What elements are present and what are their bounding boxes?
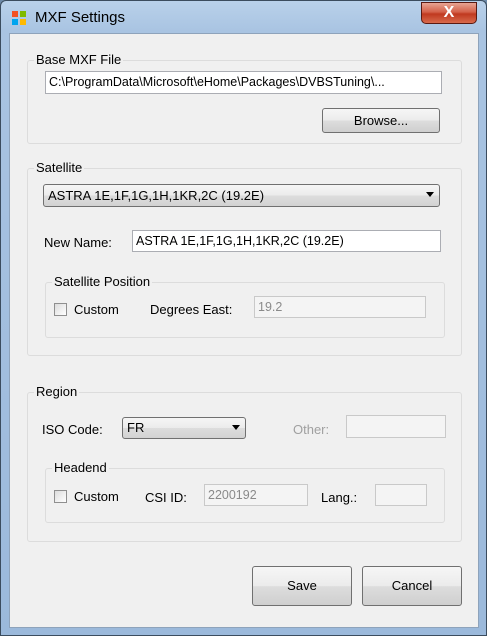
headend-custom-checkbox[interactable] <box>54 490 67 503</box>
lang-label: Lang.: <box>321 490 358 505</box>
base-mxf-group-label: Base MXF File <box>34 52 124 67</box>
iso-code-selected-value: FR <box>127 420 145 435</box>
save-button[interactable]: Save <box>252 566 352 606</box>
iso-code-label: ISO Code: <box>42 422 103 437</box>
new-name-field[interactable]: ASTRA 1E,1F,1G,1H,1KR,2C (19.2E) <box>132 230 441 252</box>
headend-custom-label: Custom <box>74 489 119 504</box>
csi-id-label: CSI ID: <box>145 490 187 505</box>
degrees-east-label: Degrees East: <box>150 302 233 317</box>
satellite-group-label: Satellite <box>34 160 85 175</box>
cancel-button[interactable]: Cancel <box>362 566 462 606</box>
headend-group-label: Headend <box>52 460 109 475</box>
close-button[interactable]: X <box>421 2 477 24</box>
chevron-down-icon <box>426 192 434 197</box>
mxf-settings-window: MXF Settings X Base MXF File C:\ProgramD… <box>0 0 487 636</box>
window-title: MXF Settings <box>35 9 126 26</box>
csi-id-field[interactable]: 2200192 <box>204 484 308 506</box>
satellite-position-group-label: Satellite Position <box>52 274 153 289</box>
browse-button[interactable]: Browse... <box>322 108 440 133</box>
degrees-east-field[interactable]: 19.2 <box>254 296 426 318</box>
app-windows-icon <box>12 11 26 25</box>
satellite-custom-label: Custom <box>74 302 119 317</box>
region-group-label: Region <box>34 384 80 399</box>
iso-code-dropdown[interactable]: FR <box>122 417 246 439</box>
dialog-client-area: Base MXF File C:\ProgramData\Microsoft\e… <box>9 33 479 628</box>
satellite-selected-value: ASTRA 1E,1F,1G,1H,1KR,2C (19.2E) <box>48 188 265 203</box>
close-icon: X <box>443 4 455 21</box>
satellite-custom-checkbox[interactable] <box>54 303 67 316</box>
base-mxf-path-field[interactable]: C:\ProgramData\Microsoft\eHome\Packages\… <box>45 71 442 94</box>
satellite-dropdown[interactable]: ASTRA 1E,1F,1G,1H,1KR,2C (19.2E) <box>43 184 440 207</box>
lang-field[interactable] <box>375 484 427 506</box>
title-bar[interactable]: MXF Settings X <box>1 1 486 33</box>
other-label: Other: <box>293 422 330 437</box>
chevron-down-icon <box>232 425 240 430</box>
other-field[interactable] <box>346 415 446 438</box>
new-name-label: New Name: <box>44 235 112 250</box>
